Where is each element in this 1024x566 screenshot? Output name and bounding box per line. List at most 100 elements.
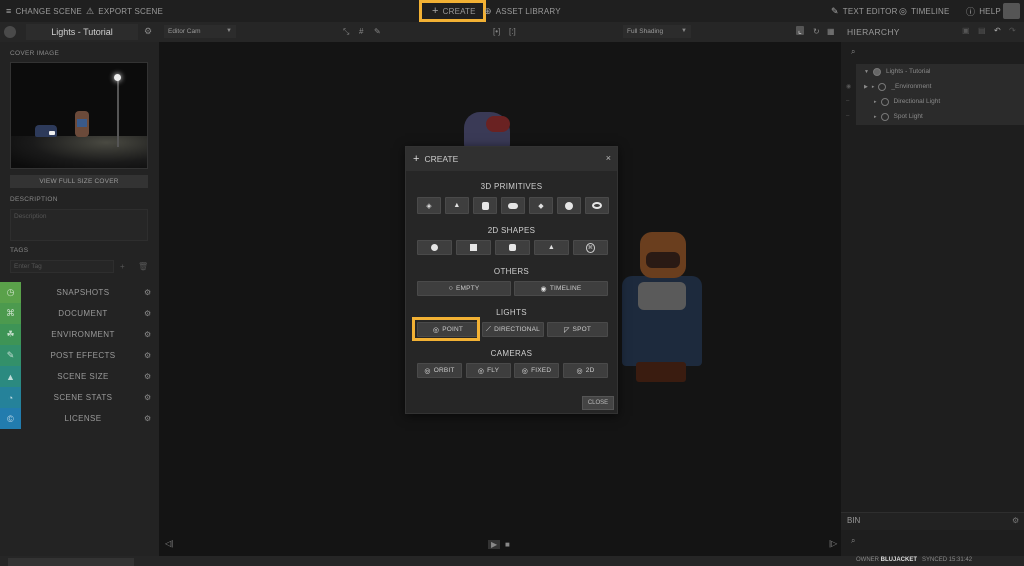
- 2d-camera-button[interactable]: ◎ 2D: [563, 363, 608, 378]
- visibility-toggle[interactable]: –: [846, 98, 849, 104]
- corner-view-icon[interactable]: ⌞: [796, 26, 804, 35]
- plane-button[interactable]: ◆: [529, 197, 553, 214]
- timeline-create-button[interactable]: ◉ TIMELINE: [514, 281, 608, 296]
- tree-item-root[interactable]: ▼ Lights - Tutorial: [856, 64, 1024, 79]
- rounded-square-button[interactable]: [495, 240, 530, 255]
- view-full-size-cover-button[interactable]: VIEW FULL SIZE COVER: [10, 175, 148, 188]
- gear-icon[interactable]: ⚙: [144, 414, 151, 423]
- search-icon[interactable]: ⌕: [851, 536, 855, 546]
- empty-button[interactable]: ○ EMPTY: [417, 281, 511, 296]
- directional-light-label: DIRECTIONAL: [494, 326, 540, 333]
- frame-all-icon[interactable]: [:]: [509, 27, 516, 36]
- timeline-button[interactable]: ◎ TIMELINE: [899, 0, 950, 22]
- asset-library-button[interactable]: ⊕ ASSET LIBRARY: [484, 0, 561, 22]
- gear-icon[interactable]: ⚙: [144, 372, 151, 381]
- sphere-button[interactable]: [557, 197, 581, 214]
- fixed-camera-button[interactable]: ◎ FIXED: [514, 363, 559, 378]
- gear-icon[interactable]: ⚙: [144, 26, 152, 37]
- transform-icon[interactable]: ⤡: [343, 27, 349, 37]
- gear-icon[interactable]: ⚙: [144, 330, 151, 339]
- section-snapshots[interactable]: ◷ SNAPSHOTS ⚙: [0, 282, 159, 303]
- rounded-square-icon: [509, 244, 516, 251]
- play-icon[interactable]: ▶: [488, 540, 501, 549]
- tag-input[interactable]: Enter Tag: [10, 260, 114, 273]
- section-scene-stats[interactable]: ◔ SCENE STATS ⚙: [0, 387, 159, 408]
- timeline-label: TIMELINE: [911, 6, 950, 16]
- spot-light-button[interactable]: ◸ SPOT: [547, 322, 608, 337]
- section-environment[interactable]: ☘ ENVIRONMENT ⚙: [0, 324, 159, 345]
- chevron-right-icon: ▸: [874, 98, 877, 105]
- collapse-left-icon[interactable]: ◁|: [165, 539, 173, 548]
- triangle-button[interactable]: ▲: [534, 240, 569, 255]
- gear-icon[interactable]: ⚙: [1012, 516, 1019, 525]
- help-button[interactable]: ⓘ HELP: [966, 0, 1001, 22]
- frame-icon[interactable]: [•]: [493, 27, 500, 36]
- status-input[interactable]: [8, 558, 134, 566]
- shading-select[interactable]: Full Shading ▼: [623, 25, 691, 38]
- category-lights: LIGHTS: [496, 308, 527, 317]
- scene-thumbnail-icon[interactable]: [4, 26, 16, 38]
- category-others: OTHERS: [493, 267, 530, 276]
- tree-item-directional-light[interactable]: ▸ Directional Light: [856, 94, 1024, 109]
- orbit-camera-button[interactable]: ◎ ORBIT: [417, 363, 462, 378]
- lock-icon[interactable]: ▤: [978, 26, 986, 35]
- sphere-icon: [565, 201, 573, 210]
- rotate-icon[interactable]: ↻: [813, 27, 820, 36]
- scene-stats-icon: ◔: [0, 387, 21, 408]
- gear-icon[interactable]: ⚙: [144, 351, 151, 360]
- export-scene-button[interactable]: ⚠ EXPORT SCENE: [86, 0, 163, 22]
- search-icon[interactable]: ⌕: [851, 47, 855, 57]
- cover-image-label: COVER IMAGE: [10, 50, 60, 57]
- eye-icon[interactable]: ◉: [846, 83, 851, 90]
- gear-icon[interactable]: ⚙: [144, 393, 151, 402]
- undo-icon[interactable]: ↶: [994, 26, 1001, 35]
- description-field[interactable]: Description: [10, 209, 148, 241]
- stop-icon[interactable]: ■: [505, 540, 510, 549]
- svg-shape-button[interactable]: ⌘: [573, 240, 608, 255]
- gear-icon[interactable]: ⚙: [144, 288, 151, 297]
- square-button[interactable]: [456, 240, 491, 255]
- dialog-title: CREATE: [424, 154, 459, 164]
- section-document[interactable]: ⌘ DOCUMENT ⚙: [0, 303, 159, 324]
- section-label: SNAPSHOTS: [56, 288, 110, 297]
- section-scene-size[interactable]: ▲ SCENE SIZE ⚙: [0, 366, 159, 387]
- section-license[interactable]: © LICENSE ⚙: [0, 408, 159, 429]
- fly-camera-button[interactable]: ◎ FLY: [466, 363, 511, 378]
- collapse-right-icon[interactable]: |▷: [829, 539, 837, 548]
- hierarchy-title: HIERARCHY: [847, 27, 900, 37]
- scene-title[interactable]: Lights - Tutorial: [26, 24, 138, 40]
- change-scene-button[interactable]: ≡ CHANGE SCENE: [6, 0, 82, 22]
- redo-icon[interactable]: ↷: [1009, 26, 1016, 35]
- text-editor-button[interactable]: ✎ TEXT EDITOR: [831, 0, 898, 22]
- section-label: LICENSE: [64, 414, 102, 423]
- tree-item-environment[interactable]: ▶ ▸ _Environment: [856, 79, 1024, 94]
- grid-icon[interactable]: #: [359, 27, 363, 36]
- directional-light-button[interactable]: ⟋ DIRECTIONAL: [482, 322, 544, 337]
- svg-icon: ⌘: [585, 242, 596, 253]
- hierarchy-tool-icon[interactable]: ▣: [962, 26, 970, 35]
- add-tag-icon[interactable]: +: [120, 262, 125, 271]
- camera-select[interactable]: Editor Cam ▼: [164, 25, 236, 38]
- pencil-icon[interactable]: ✎: [374, 27, 381, 36]
- cone-button[interactable]: ▲: [445, 197, 469, 214]
- empty-object-icon: [878, 82, 887, 91]
- cylinder-button[interactable]: [473, 197, 497, 214]
- section-post-effects[interactable]: ✎ POST EFFECTS ⚙: [0, 345, 159, 366]
- torus-button[interactable]: [585, 197, 609, 214]
- layout-icon[interactable]: ▦: [827, 27, 835, 36]
- light-icon: [880, 97, 889, 106]
- chevron-down-icon: ▼: [864, 68, 869, 75]
- gear-icon[interactable]: ⚙: [144, 309, 151, 318]
- triangle-icon: ▲: [547, 244, 556, 251]
- help-icon: ⓘ: [966, 6, 976, 17]
- circle-button[interactable]: [417, 240, 452, 255]
- trash-icon[interactable]: 🗑: [138, 262, 148, 271]
- close-button[interactable]: CLOSE: [582, 396, 614, 410]
- close-icon[interactable]: ×: [606, 153, 611, 163]
- cube-button[interactable]: ◈: [417, 197, 441, 214]
- visibility-toggle[interactable]: –: [846, 113, 849, 119]
- user-avatar[interactable]: [1003, 3, 1020, 19]
- tree-item-spot-light[interactable]: ▸ Spot Light: [856, 109, 1024, 124]
- capsule-button[interactable]: [501, 197, 525, 214]
- owner-value: BLUJACKET: [880, 557, 918, 563]
